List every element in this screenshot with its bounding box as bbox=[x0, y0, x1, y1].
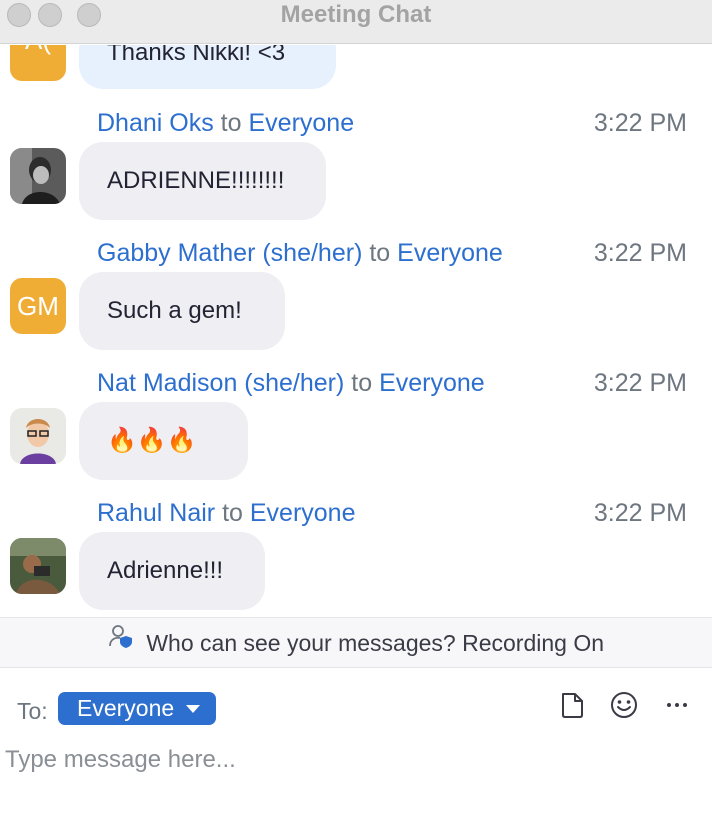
title-bar: Meeting Chat bbox=[0, 0, 712, 44]
to-label: to bbox=[222, 499, 243, 527]
recipient-name[interactable]: Everyone bbox=[397, 239, 503, 267]
recipient-value: Everyone bbox=[77, 695, 175, 721]
message-header: Nat Madison (she/her) to Everyone bbox=[97, 368, 485, 398]
recipient-name[interactable]: Everyone bbox=[379, 369, 485, 397]
avatar-photo bbox=[10, 538, 66, 594]
message-input[interactable] bbox=[5, 742, 695, 778]
message-time: 3:22 PM bbox=[593, 239, 687, 267]
message-bubble: Thanks Nikki! <3 bbox=[79, 45, 336, 89]
message-header: Gabby Mather (she/her) to Everyone bbox=[97, 238, 503, 268]
message-header: Dhani Oks to Everyone bbox=[97, 108, 354, 138]
message-bubble: ADRIENNE!!!!!!!! bbox=[79, 142, 326, 220]
message-time: 3:22 PM bbox=[593, 369, 687, 397]
emoji-icon[interactable] bbox=[609, 690, 639, 720]
recipient-dropdown[interactable]: Everyone bbox=[58, 692, 217, 725]
recipient-name[interactable]: Everyone bbox=[250, 499, 356, 527]
chat-messages[interactable]: A( Thanks Nikki! <3 Dhani Oks to Everyon… bbox=[0, 45, 712, 617]
notice-text: Who can see your messages? Recording On bbox=[146, 630, 605, 656]
message-bubble: Such a gem! bbox=[79, 272, 285, 350]
user-shield-icon bbox=[108, 617, 134, 668]
message-bubble: Adrienne!!! bbox=[79, 532, 265, 610]
sender-name[interactable]: Rahul Nair bbox=[97, 499, 215, 527]
avatar: A( bbox=[10, 45, 66, 81]
sender-name[interactable]: Dhani Oks bbox=[97, 109, 214, 137]
avatar-photo bbox=[10, 148, 66, 204]
avatar bbox=[10, 408, 66, 464]
to-label: to bbox=[220, 109, 242, 137]
message-header: Rahul Nair to Everyone bbox=[97, 498, 356, 528]
chevron-down-icon bbox=[186, 705, 201, 713]
message-time: 3:22 PM bbox=[593, 499, 687, 527]
recording-notice[interactable]: Who can see your messages? Recording On bbox=[0, 617, 712, 668]
to-label: to bbox=[369, 239, 391, 267]
recipient-name[interactable]: Everyone bbox=[248, 109, 354, 137]
sender-name[interactable]: Gabby Mather (she/her) bbox=[97, 239, 362, 267]
message-composer: To: Everyone bbox=[0, 668, 712, 816]
avatar: GM bbox=[10, 278, 66, 334]
to-label: to bbox=[351, 369, 373, 397]
more-icon[interactable] bbox=[662, 690, 692, 720]
file-icon[interactable] bbox=[557, 690, 587, 720]
message-bubble: 🔥🔥🔥 bbox=[79, 402, 248, 480]
avatar bbox=[10, 538, 66, 594]
window-title: Meeting Chat bbox=[280, 1, 432, 28]
avatar-photo bbox=[10, 408, 66, 464]
message-time: 3:22 PM bbox=[593, 109, 687, 137]
to-label: To: bbox=[17, 698, 48, 724]
avatar bbox=[10, 148, 66, 204]
sender-name[interactable]: Nat Madison (she/her) bbox=[97, 369, 344, 397]
